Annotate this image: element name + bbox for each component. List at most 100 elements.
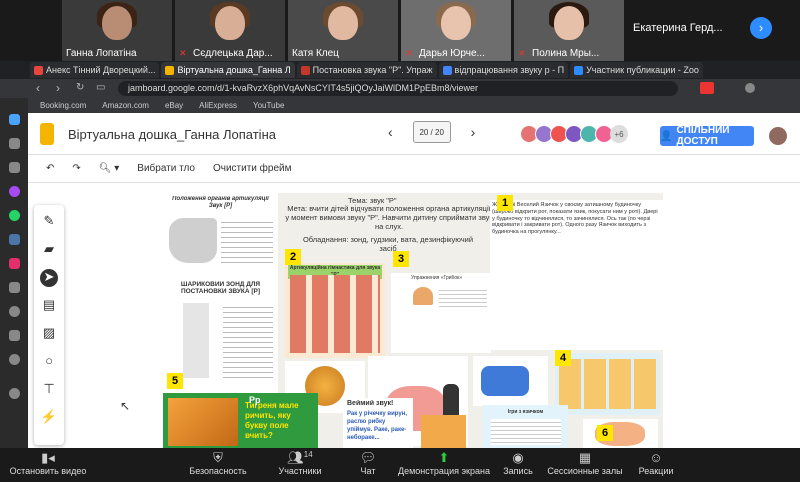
next-page-icon[interactable]: ›	[750, 17, 772, 39]
board-goal: Мета: вчити дітей відчувати положення ор…	[285, 204, 493, 231]
messenger-icon[interactable]	[9, 114, 20, 125]
tiger-text: Тигреня мале ричить, яку букву поле вчит…	[245, 401, 299, 440]
laser-icon[interactable]: ⚡	[40, 409, 58, 427]
frame-navigator: ‹ 20 / 20 ›	[368, 121, 495, 143]
tab-favicon-icon	[574, 65, 584, 75]
panel-tiger: Тигреня мале ричить, яку букву поле вчит…	[163, 393, 318, 448]
frame-thumbnail[interactable]: 20 / 20	[412, 121, 451, 143]
bookmark-link[interactable]: Amazon.com	[102, 101, 149, 110]
video-tile[interactable]: Екатерина Герд...	[627, 0, 737, 61]
badge-2: 2	[285, 249, 301, 265]
image-icon[interactable]: ▨	[40, 325, 58, 343]
video-tile[interactable]: Сєдлецька Дар... ✕	[175, 0, 285, 61]
text-box-icon[interactable]: ⊤	[40, 381, 58, 399]
profile-icon[interactable]	[745, 83, 755, 93]
security-button[interactable]: ⛨ Безопасность	[186, 448, 250, 482]
set-background-button[interactable]: Вибрати тло	[137, 163, 195, 174]
smiley-icon: ☺	[649, 450, 663, 465]
panel-car	[473, 356, 548, 406]
adblock-icon[interactable]	[700, 82, 714, 94]
breakout-rooms-button[interactable]: ▦ Сессионные залы	[546, 448, 624, 482]
bookmark-link[interactable]: YouTube	[253, 101, 284, 110]
home-icon[interactable]	[9, 138, 20, 149]
jamboard-app: Віртуальна дошка_Ганна Лопатіна ‹ 20 / 2…	[28, 113, 800, 448]
jamboard-logo-icon[interactable]	[40, 123, 54, 145]
video-strip: Ганна Лопатіна Сєдлецька Дар... ✕ Катя К…	[0, 0, 800, 61]
circle-icon[interactable]: ○	[40, 353, 58, 371]
video-tile[interactable]: Дарья Юрче... ✕	[401, 0, 511, 61]
send-icon[interactable]	[9, 282, 20, 293]
bookmark-link[interactable]: AliExpress	[199, 101, 237, 110]
back-icon[interactable]: ‹	[36, 81, 40, 95]
panel-title: Ігри з язичком	[507, 409, 544, 415]
video-tile[interactable]: Ганна Лопатіна	[62, 0, 172, 61]
breakout-rooms-icon: ▦	[578, 450, 592, 465]
whatsapp-icon[interactable]	[9, 210, 20, 221]
facebook-messenger-icon[interactable]	[9, 186, 20, 197]
heart-icon[interactable]	[9, 306, 20, 317]
weak-title: Веймий звук!	[347, 400, 394, 407]
bookmark-link[interactable]: eBay	[165, 101, 183, 110]
tiger-image	[168, 398, 238, 446]
chat-button[interactable]: 💬︎ Чат	[350, 448, 386, 482]
undo-icon[interactable]: ↶	[46, 163, 54, 174]
stop-video-button[interactable]: ▮◂ Остановить видео	[8, 448, 88, 482]
zoom-icon[interactable]: 🔍︎ ▾	[99, 163, 120, 174]
url-field[interactable]: jamboard.google.com/d/1-kvaRvzX6phVqAvNs…	[118, 81, 678, 96]
eraser-icon[interactable]: ▰	[40, 241, 58, 259]
vk-icon[interactable]	[9, 234, 20, 245]
browser-sidebar	[0, 98, 28, 448]
select-icon[interactable]: ➤	[40, 269, 58, 287]
probe-image	[183, 303, 209, 378]
board-canvas[interactable]: Положення органів артикуляції Звук [Р] Ш…	[163, 193, 663, 448]
prev-frame-icon[interactable]: ‹	[388, 124, 393, 140]
video-tile[interactable]: Полина Мры... ✕	[514, 0, 624, 61]
pen-icon[interactable]: ✎	[40, 213, 58, 231]
redo-icon[interactable]: ↷	[72, 163, 80, 174]
clear-frame-button[interactable]: Очистити фрейм	[213, 163, 292, 174]
bookmark-link[interactable]: Booking.com	[40, 101, 86, 110]
vpn-icon[interactable]: ▭	[96, 82, 105, 93]
participants-count: 14	[303, 450, 313, 459]
badge-6: 6	[597, 425, 613, 441]
badge-3: 3	[393, 251, 409, 267]
reactions-button[interactable]: ☺ Реакции	[636, 448, 676, 482]
record-button[interactable]: ◉ Запись	[498, 448, 538, 482]
history-icon[interactable]	[9, 330, 20, 341]
participant-name: Ганна Лопатіна	[66, 48, 137, 59]
participants-button[interactable]: 👥︎14 Участники	[270, 448, 330, 482]
mouth-exercises-image	[290, 275, 380, 353]
more-collaborators[interactable]: +6	[610, 125, 628, 143]
text-block	[221, 218, 273, 266]
user-avatar[interactable]	[769, 127, 787, 145]
weak-text: Рак у річечку вирун, раслю рибку упіймув…	[347, 411, 408, 441]
badge-5: 5	[167, 373, 183, 389]
participant-name: Катя Клец	[292, 48, 339, 59]
badge-1: 1	[497, 195, 513, 211]
settings-icon[interactable]	[9, 354, 20, 365]
browser-tab[interactable]: Постановка звука "Р". Упраж	[296, 62, 437, 78]
jamboard-header: Віртуальна дошка_Ганна Лопатіна ‹ 20 / 2…	[28, 113, 800, 155]
share-screen-icon: ⬆	[438, 450, 450, 465]
browser-tab[interactable]: Анекс Тінний Дворецкий...	[30, 62, 160, 78]
text-block	[439, 287, 487, 307]
share-button[interactable]: 👤 СПІЛЬНИЙ ДОСТУП	[660, 125, 754, 147]
share-screen-button[interactable]: ⬆ Демонстрация экрана	[396, 448, 492, 482]
collaborator-avatars: +6	[520, 125, 628, 143]
board-title[interactable]: Віртуальна дошка_Ганна Лопатіна	[68, 127, 276, 142]
reload-icon[interactable]: ↻	[76, 82, 84, 93]
next-frame-icon[interactable]: ›	[471, 124, 476, 140]
video-tile[interactable]: Катя Клец	[288, 0, 398, 61]
forward-icon[interactable]: ›	[56, 81, 60, 95]
instagram-icon[interactable]	[9, 258, 20, 269]
bookmarks-icon[interactable]	[9, 162, 20, 173]
participants-icon: 👥︎14	[287, 450, 313, 465]
browser-tab-active[interactable]: Віртуальна дошка_Ганна Л	[161, 62, 295, 78]
tab-favicon-icon	[442, 65, 452, 75]
jamboard-toolbar: ↶ ↷ 🔍︎ ▾ Вибрати тло Очистити фрейм	[28, 155, 800, 183]
browser-tab[interactable]: Участник публикации - Zoo	[570, 62, 703, 78]
location-icon[interactable]	[9, 388, 20, 399]
sticky-note-icon[interactable]: ▤	[40, 297, 58, 315]
mic-muted-icon: ✕	[405, 48, 413, 58]
browser-tab[interactable]: відпрацювання звуку р - П	[438, 62, 569, 78]
